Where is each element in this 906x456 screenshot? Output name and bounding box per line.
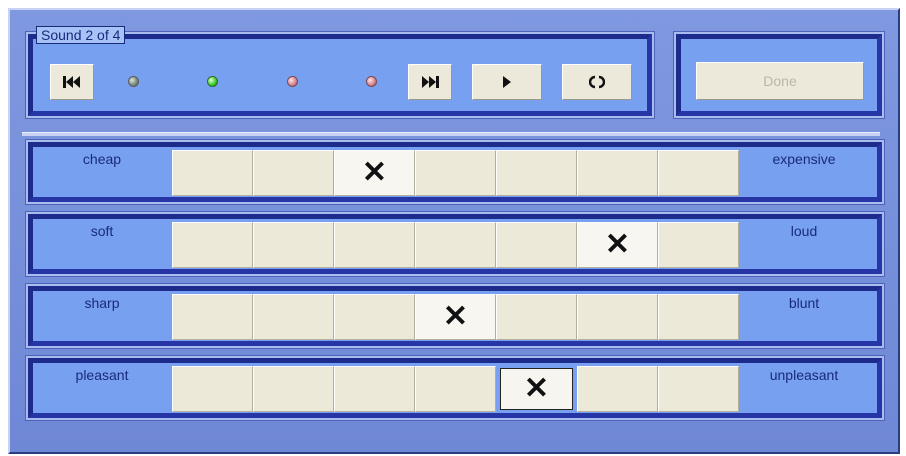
scale-left-label: sharp [84, 295, 120, 311]
sound-indicator-1 [128, 76, 139, 87]
scale-left-label: soft [90, 223, 114, 239]
scale-option-6[interactable] [577, 150, 658, 196]
scale-option-3[interactable] [334, 366, 415, 412]
scale-option-7[interactable] [658, 150, 739, 196]
first-sound-button[interactable] [50, 64, 94, 100]
scale-option-1[interactable] [172, 222, 253, 268]
scale-right-label: unpleasant [769, 367, 839, 383]
scale-right-label: expensive [772, 151, 836, 167]
scale-option-5[interactable] [496, 294, 577, 340]
scale-option-1[interactable] [172, 294, 253, 340]
done-button[interactable]: Done [696, 62, 864, 100]
scale-right-label: blunt [788, 295, 820, 311]
scale-option-1[interactable] [172, 366, 253, 412]
sound-counter: Sound 2 of 4 [36, 26, 126, 44]
player-panel [28, 34, 652, 116]
scale-option-3[interactable] [334, 222, 415, 268]
selected-mark-icon: ✕ [604, 228, 631, 261]
scale-left-label: cheap [82, 151, 122, 167]
scale-option-3[interactable] [334, 294, 415, 340]
sound-indicator-3 [287, 76, 298, 87]
scale-option-2[interactable] [253, 366, 334, 412]
sound-indicator-4 [366, 76, 377, 87]
play-icon [503, 76, 511, 88]
scale-left-label: pleasant [75, 367, 129, 383]
scale-option-4[interactable] [415, 222, 496, 268]
skip-to-end-icon [422, 76, 439, 88]
sound-indicator-2 [207, 76, 218, 87]
repeat-icon [589, 75, 605, 89]
scale-option-7[interactable] [658, 222, 739, 268]
selected-mark-icon: ✕ [523, 372, 550, 405]
scale-option-2[interactable] [253, 150, 334, 196]
scale-option-1[interactable] [172, 150, 253, 196]
scale-option-7[interactable] [658, 294, 739, 340]
section-divider [22, 132, 880, 136]
selected-mark-icon: ✕ [442, 300, 469, 333]
scale-option-5[interactable] [496, 222, 577, 268]
scale-option-6[interactable] [577, 366, 658, 412]
scale-option-3[interactable]: ✕ [334, 150, 415, 196]
last-sound-button[interactable] [408, 64, 452, 100]
scale-right-label: loud [790, 223, 818, 239]
scale-option-5[interactable]: ✕ [500, 368, 573, 410]
skip-to-start-icon [63, 76, 80, 88]
scale-option-6[interactable]: ✕ [577, 222, 658, 268]
scale-option-4[interactable] [415, 150, 496, 196]
selected-mark-icon: ✕ [361, 156, 388, 189]
play-button[interactable] [472, 64, 542, 100]
scale-option-4[interactable]: ✕ [415, 294, 496, 340]
scale-option-5[interactable] [496, 150, 577, 196]
scale-option-7[interactable] [658, 366, 739, 412]
scale-option-2[interactable] [253, 222, 334, 268]
scale-option-4[interactable] [415, 366, 496, 412]
scale-option-6[interactable] [577, 294, 658, 340]
scale-option-2[interactable] [253, 294, 334, 340]
repeat-button[interactable] [562, 64, 632, 100]
